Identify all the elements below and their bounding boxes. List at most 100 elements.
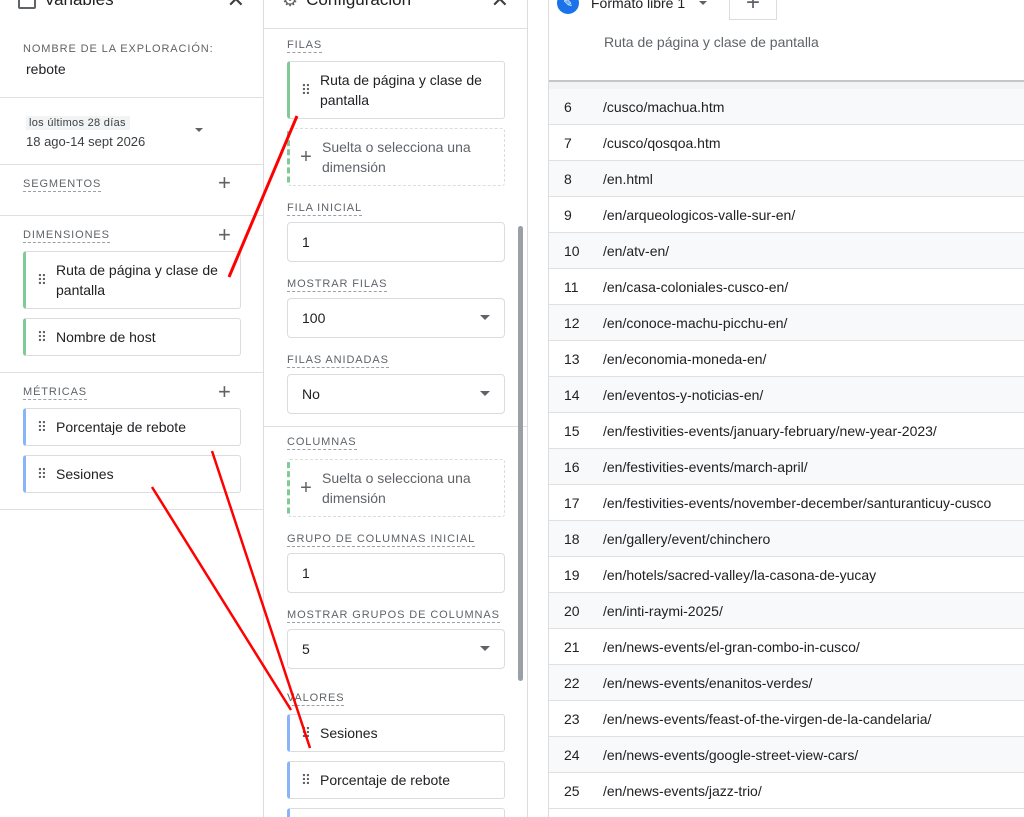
tab-bar: ✎ Formato libre 1 + <box>549 0 1024 20</box>
drag-handle-icon[interactable]: ⠿ <box>290 82 320 99</box>
values-chip-bounce-rate[interactable]: ⠿ Porcentaje de rebote <box>287 761 505 799</box>
page-path-cell: /en/news-events/jazz-trio/ <box>603 782 762 799</box>
row-number: 25 <box>564 782 580 799</box>
column-header[interactable]: Ruta de página y clase de pantalla <box>604 34 819 50</box>
table-row[interactable]: 13/en/economia-moneda-en/ <box>549 341 1024 377</box>
rows-drop-zone[interactable]: + Suelta o selecciona una dimensión <box>287 128 505 186</box>
dimensions-label: DIMENSIONES <box>23 229 110 243</box>
row-number: 17 <box>564 494 580 511</box>
page-path-cell: /en/hotels/sacred-valley/la-casona-de-yu… <box>603 566 877 583</box>
page-path-cell: /en/festivities-events/january-february/… <box>603 422 937 439</box>
page-path-cell: /en/conoce-machu-picchu-en/ <box>603 314 788 331</box>
close-icon[interactable]: ✕ <box>227 0 245 13</box>
drag-handle-icon[interactable]: ⠿ <box>290 772 320 789</box>
rows-chip-label: Ruta de página y clase de pantalla <box>320 72 482 108</box>
nested-rows-label: FILAS ANIDADAS <box>287 354 389 368</box>
table-row[interactable]: 22/en/news-events/enanitos-verdes/ <box>549 665 1024 701</box>
page-path-cell: /en/festivities-events/march-april/ <box>603 458 808 475</box>
exploration-name-input[interactable]: rebote <box>26 61 66 77</box>
start-column-group-value: 1 <box>302 565 310 581</box>
values-chip-sessions[interactable]: ⠿ Sesiones <box>287 714 505 752</box>
add-tab-button[interactable]: + <box>729 0 777 20</box>
chevron-down-icon[interactable] <box>699 1 708 5</box>
table-row[interactable]: 20/en/inti-raymi-2025/ <box>549 593 1024 629</box>
table-row[interactable]: 12/en/conoce-machu-picchu-en/ <box>549 305 1024 341</box>
values-chip-partial[interactable] <box>287 808 505 817</box>
variables-title: Variables <box>44 0 114 10</box>
add-dimension-icon[interactable]: + <box>218 224 231 246</box>
add-icon: + <box>300 145 312 168</box>
date-preset: los últimos 28 días <box>26 116 130 130</box>
table-row[interactable]: 25/en/news-events/jazz-trio/ <box>549 773 1024 809</box>
drag-handle-icon[interactable]: ⠿ <box>290 725 320 742</box>
start-column-group-input[interactable]: 1 <box>287 553 505 593</box>
values-label: VALORES <box>287 692 345 706</box>
drag-handle-icon[interactable]: ⠿ <box>26 466 56 483</box>
metrics-label: MÉTRICAS <box>23 386 88 400</box>
dimension-chip-label: Ruta de página y clase de pantalla <box>56 262 218 298</box>
table-row[interactable]: 18/en/gallery/event/chinchero <box>549 521 1024 557</box>
table-area: ✎ Formato libre 1 + Ruta de página y cla… <box>548 0 1024 817</box>
row-number: 16 <box>564 458 580 475</box>
table-row[interactable]: 10/en/atv-en/ <box>549 233 1024 269</box>
chevron-down-icon <box>480 646 490 651</box>
row-number: 23 <box>564 710 580 727</box>
start-row-label: FILA INICIAL <box>287 202 362 216</box>
start-row-value: 1 <box>302 234 310 250</box>
columns-label: COLUMNAS <box>287 436 357 450</box>
page-path-cell: /en.html <box>603 170 653 187</box>
metric-chip-sessions[interactable]: ⠿ Sesiones <box>23 455 241 493</box>
tab-free-form[interactable]: ✎ Formato libre 1 <box>557 0 708 20</box>
start-column-group-label: GRUPO DE COLUMNAS INICIAL <box>287 533 476 547</box>
table-row[interactable]: 19/en/hotels/sacred-valley/la-casona-de-… <box>549 557 1024 593</box>
row-number: 15 <box>564 422 580 439</box>
configuration-scrollbar[interactable] <box>518 226 523 681</box>
table-row[interactable]: 21/en/news-events/el-gran-combo-in-cusco… <box>549 629 1024 665</box>
start-row-input[interactable]: 1 <box>287 222 505 262</box>
show-rows-select[interactable]: 100 <box>287 298 505 338</box>
columns-drop-zone[interactable]: + Suelta o selecciona una dimensión <box>287 459 505 517</box>
drag-handle-icon[interactable]: ⠿ <box>26 329 56 346</box>
page-path-cell: /en/news-events/enanitos-verdes/ <box>603 674 813 691</box>
row-number: 22 <box>564 674 580 691</box>
table-row[interactable]: 7/cusco/qosqoa.htm <box>549 125 1024 161</box>
page-path-cell: /en/eventos-y-noticias-en/ <box>603 386 764 403</box>
add-metric-icon[interactable]: + <box>218 381 231 403</box>
table-row[interactable]: 17/en/festivities-events/november-decemb… <box>549 485 1024 521</box>
row-number: 21 <box>564 638 580 655</box>
chevron-down-icon <box>480 391 490 396</box>
row-number: 8 <box>564 170 572 187</box>
row-number: 11 <box>564 278 579 295</box>
table-row[interactable]: 24/en/news-events/google-street-view-car… <box>549 737 1024 773</box>
close-icon[interactable]: ✕ <box>491 0 509 13</box>
drag-handle-icon[interactable]: ⠿ <box>26 419 56 436</box>
drag-handle-icon[interactable]: ⠿ <box>26 272 56 289</box>
segments-label: SEGMENTOS <box>23 178 102 192</box>
dimension-chip-page-path[interactable]: ⠿ Ruta de página y clase de pantalla <box>23 251 241 309</box>
table-row[interactable]: 6/cusco/machua.htm <box>549 89 1024 125</box>
table-row[interactable]: 9/en/arqueologicos-valle-sur-en/ <box>549 197 1024 233</box>
page-path-cell: /en/inti-raymi-2025/ <box>603 602 723 619</box>
dimension-chip-hostname[interactable]: ⠿ Nombre de host <box>23 318 241 356</box>
table-row[interactable]: 14/en/eventos-y-noticias-en/ <box>549 377 1024 413</box>
table-row[interactable]: 11/en/casa-coloniales-cusco-en/ <box>549 269 1024 305</box>
row-number: 9 <box>564 206 572 223</box>
add-segment-icon[interactable]: + <box>218 172 231 194</box>
configuration-panel: ⚙ Configuración ✕ FILAS ⠿ Ruta de página… <box>264 0 528 817</box>
values-chip-label: Sesiones <box>320 725 378 741</box>
variables-icon <box>18 0 36 9</box>
nested-rows-select[interactable]: No <box>287 374 505 414</box>
show-column-groups-label: MOSTRAR GRUPOS DE COLUMNAS <box>287 609 500 623</box>
table-row[interactable]: 23/en/news-events/feast-of-the-virgen-de… <box>549 701 1024 737</box>
table-row[interactable]: 15/en/festivities-events/january-februar… <box>549 413 1024 449</box>
drop-zone-label: Suelta o selecciona una dimensión <box>322 470 471 506</box>
show-column-groups-value: 5 <box>302 641 310 657</box>
row-number: 13 <box>564 350 580 367</box>
date-range-selector[interactable]: los últimos 28 días 18 ago-14 sept 2026 <box>26 113 216 149</box>
rows-chip-page-path[interactable]: ⠿ Ruta de página y clase de pantalla <box>287 61 505 119</box>
show-column-groups-select[interactable]: 5 <box>287 629 505 669</box>
row-number: 7 <box>564 134 572 151</box>
table-row[interactable]: 16/en/festivities-events/march-april/ <box>549 449 1024 485</box>
table-row[interactable]: 8/en.html <box>549 161 1024 197</box>
metric-chip-bounce-rate[interactable]: ⠿ Porcentaje de rebote <box>23 408 241 446</box>
